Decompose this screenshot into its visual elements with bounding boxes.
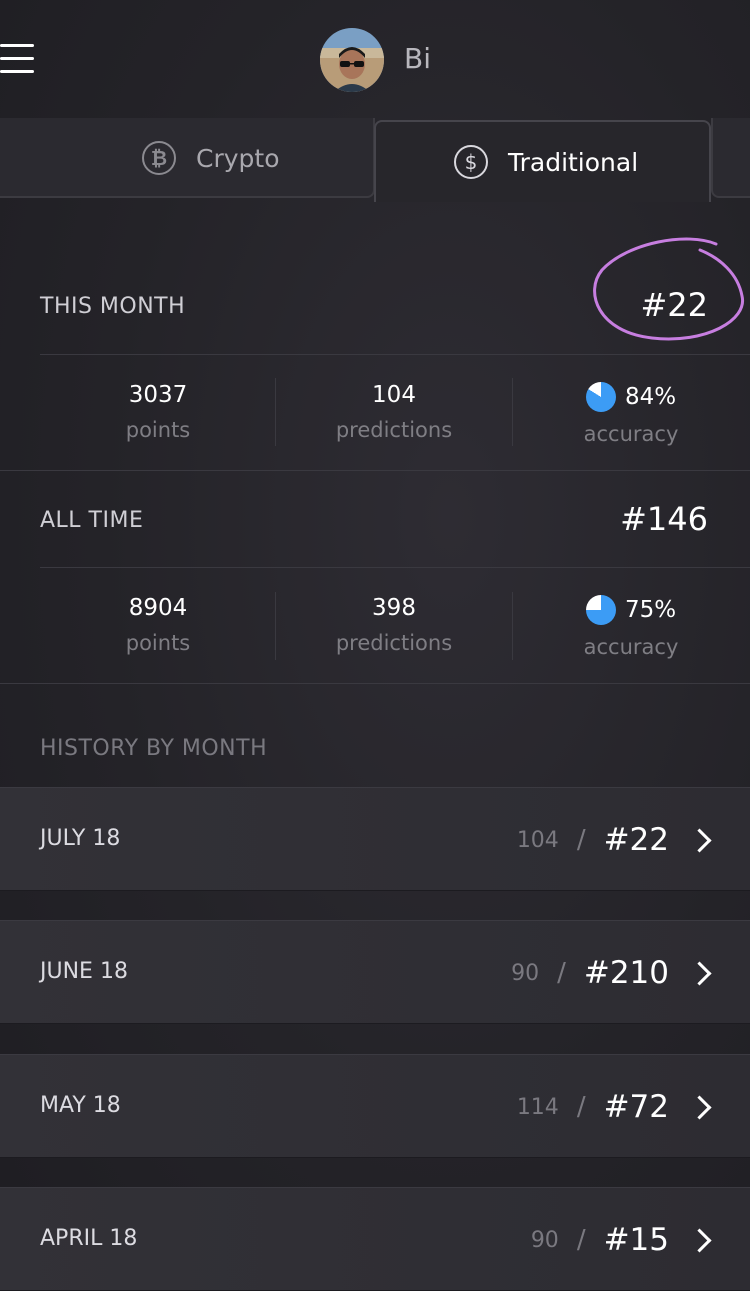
month-name: APRIL 18 [40,1226,138,1251]
accuracy-pie-icon [585,595,616,625]
this-month-predictions-stat: 104 predictions [276,382,512,442]
divider [40,567,750,568]
this-month-rank: #22 [640,286,708,324]
separator: / [576,1092,586,1122]
all-time-points-label: points [125,631,191,655]
history-row-may[interactable]: MAY 18 114 / #72 [0,1054,750,1158]
accuracy-pie-icon [585,382,616,412]
separator: / [576,1225,586,1255]
tab-overflow-edge [711,118,750,198]
month-name: MAY 18 [40,1093,121,1118]
month-name: JULY 18 [40,826,121,851]
chevron-right-icon [687,960,712,986]
month-predictions: 104 [516,827,559,853]
month-rank: #22 [603,822,669,858]
username: Bi [404,42,431,75]
tab-crypto-label: Crypto [196,143,280,173]
all-time-accuracy-label: accuracy [583,635,679,659]
all-time-predictions-label: predictions [335,631,453,655]
chevron-right-icon [687,1094,712,1120]
month-name: JUNE 18 [40,959,128,984]
history-row-july[interactable]: JULY 18 104 / #22 [0,787,750,891]
all-time-title: ALL TIME [40,508,144,533]
this-month-points: 3037 [128,382,188,408]
separator: / [557,958,566,988]
this-month-predictions: 104 [372,382,416,408]
divider [40,354,750,355]
this-month-points-label: points [125,418,191,442]
app-header: Bi [0,0,750,118]
this-month-predictions-label: predictions [335,418,453,442]
all-time-points-stat: 8904 points [40,595,276,655]
hamburger-menu-icon[interactable] [0,44,34,74]
this-month-accuracy-label: accuracy [583,422,679,446]
tab-traditional[interactable]: $ Traditional [374,120,711,202]
history-row-april[interactable]: APRIL 18 90 / #15 [0,1187,750,1291]
month-rank: #72 [603,1089,669,1125]
all-time-accuracy: 75% [624,597,677,623]
bitcoin-icon: ₿ [142,141,176,175]
this-month-accuracy: 84% [624,384,677,410]
chevron-right-icon [687,827,712,853]
divider [0,470,750,471]
all-time-predictions: 398 [372,595,416,621]
month-predictions: 90 [511,960,540,986]
this-month-points-stat: 3037 points [40,382,276,442]
tab-crypto[interactable]: ₿ Crypto [0,118,375,198]
this-month-accuracy-stat: 84% accuracy [513,382,749,446]
all-time-rank: #146 [620,500,708,538]
all-time-points: 8904 [128,595,188,621]
market-tabs: ₿ Crypto $ Traditional [0,118,750,202]
avatar[interactable] [320,28,384,92]
dollar-icon: $ [454,145,488,179]
history-row-june[interactable]: JUNE 18 90 / #210 [0,920,750,1024]
history-title: HISTORY BY MONTH [40,736,268,761]
divider [0,683,750,684]
month-predictions: 90 [530,1227,559,1253]
chevron-right-icon [687,1227,712,1253]
month-predictions: 114 [516,1094,559,1120]
separator: / [576,825,586,855]
month-rank: #210 [583,955,669,991]
all-time-predictions-stat: 398 predictions [276,595,512,655]
this-month-title: THIS MONTH [40,294,186,319]
all-time-accuracy-stat: 75% accuracy [513,595,749,659]
month-rank: #15 [603,1222,669,1258]
tab-traditional-label: Traditional [508,147,639,177]
